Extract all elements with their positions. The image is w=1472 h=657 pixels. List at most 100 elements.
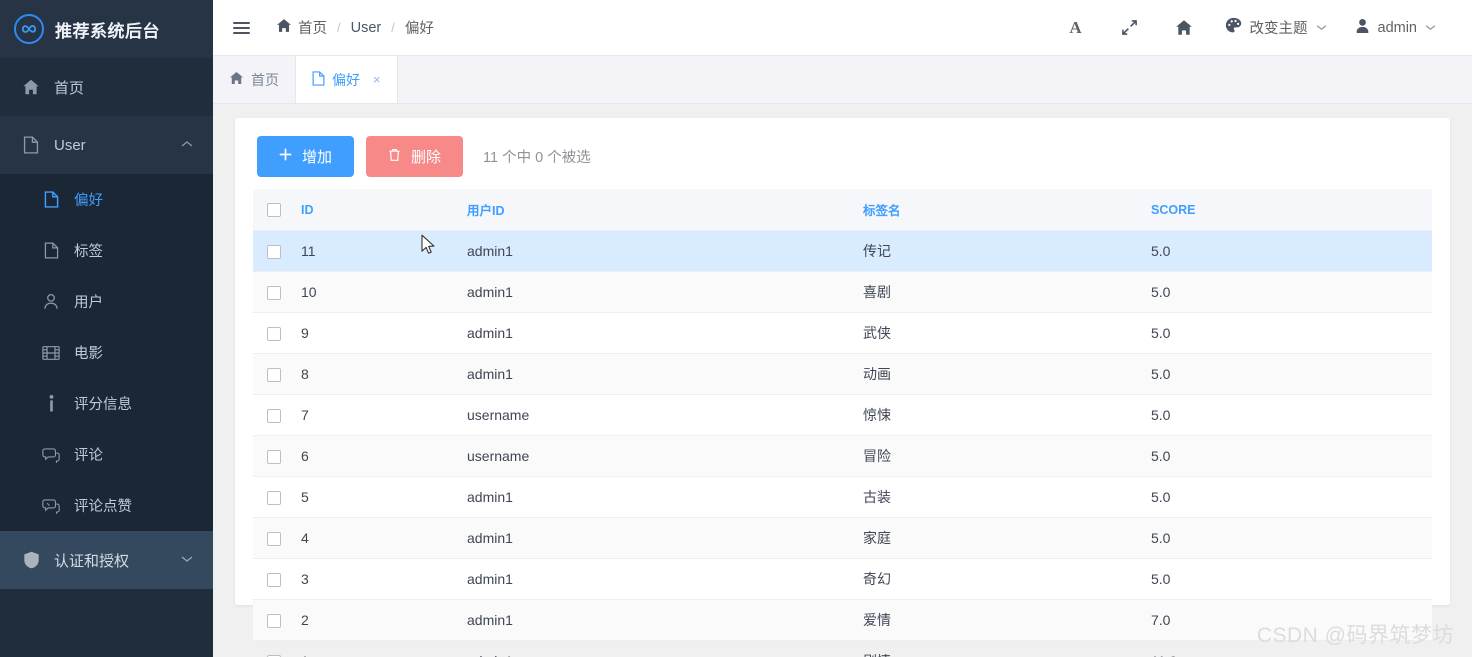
table-row[interactable]: 7 username 惊悚 5.0: [253, 394, 1432, 436]
delete-button-label: 删除: [411, 149, 442, 166]
cell-score: 11.0: [1151, 640, 1432, 657]
close-icon[interactable]: ×: [373, 72, 381, 87]
content-area: 增加 删除 11 个中 0 个被选 ID 用户ID 标签名 SCORE 11 a…: [213, 104, 1472, 657]
select-all-checkbox[interactable]: [267, 202, 281, 217]
font-size-icon[interactable]: A: [1049, 0, 1103, 56]
tab-preference[interactable]: 偏好 ×: [296, 56, 398, 103]
sidebar-group-label: User: [54, 136, 86, 154]
home-icon[interactable]: [1157, 0, 1211, 56]
row-checkbox[interactable]: [267, 286, 281, 301]
row-checkbox[interactable]: [267, 532, 281, 547]
sidebar-item-user[interactable]: 用户: [0, 276, 213, 327]
column-header-id[interactable]: ID: [301, 189, 467, 231]
column-header-score[interactable]: SCORE: [1151, 189, 1432, 231]
row-checkbox[interactable]: [267, 450, 281, 465]
table-row[interactable]: 9 admin1 武侠 5.0: [253, 312, 1432, 354]
breadcrumb-separator: /: [391, 20, 395, 35]
table-row[interactable]: 4 admin1 家庭 5.0: [253, 517, 1432, 559]
cell-score: 5.0: [1151, 271, 1432, 313]
cell-user-id: admin1: [467, 517, 863, 559]
row-checkbox[interactable]: [267, 491, 281, 506]
row-checkbox[interactable]: [267, 614, 281, 629]
cell-tag: 动画: [863, 353, 1151, 395]
info-icon: [42, 395, 60, 413]
cell-id[interactable]: 5: [301, 476, 467, 518]
sidebar: 推荐系统后台 首页 User 偏好 标签 用户 电影 评分信息 评论 评论点赞 …: [0, 0, 213, 657]
table-row[interactable]: 2 admin1 爱情 7.0: [253, 599, 1432, 641]
trash-icon: [388, 148, 401, 166]
cell-id[interactable]: 3: [301, 558, 467, 600]
cell-id[interactable]: 1: [301, 640, 467, 657]
sidebar-item-tag[interactable]: 标签: [0, 225, 213, 276]
breadcrumb-user[interactable]: User: [351, 20, 382, 36]
tab-bar: 首页 偏好 ×: [213, 56, 1472, 104]
top-bar: 首页 / User / 偏好 A 改变主题 admin: [213, 0, 1472, 56]
hamburger-icon[interactable]: [233, 21, 250, 34]
file-icon: [22, 136, 40, 154]
sidebar-item-rating[interactable]: 评分信息: [0, 378, 213, 429]
brand-header[interactable]: 推荐系统后台: [0, 0, 213, 58]
row-select-cell: [253, 394, 301, 436]
sidebar-item-label: 电影: [74, 346, 103, 362]
add-button[interactable]: 增加: [257, 136, 355, 177]
cell-id[interactable]: 2: [301, 599, 467, 641]
home-icon: [276, 18, 292, 37]
cell-id[interactable]: 7: [301, 394, 467, 436]
data-card: 增加 删除 11 个中 0 个被选 ID 用户ID 标签名 SCORE 11 a…: [235, 118, 1450, 657]
delete-button[interactable]: 删除: [366, 136, 464, 177]
breadcrumb-current: 偏好: [404, 21, 434, 37]
row-checkbox[interactable]: [267, 409, 281, 424]
plus-icon: [279, 148, 292, 165]
row-checkbox[interactable]: [267, 245, 281, 260]
sidebar-group-user[interactable]: User: [0, 116, 213, 174]
cell-id[interactable]: 6: [301, 435, 467, 477]
sidebar-item-label: 评论: [74, 448, 103, 464]
fullscreen-icon[interactable]: [1103, 0, 1157, 56]
tab-home[interactable]: 首页: [213, 56, 296, 103]
user-menu-label: admin: [1377, 19, 1418, 36]
sidebar-item-comment[interactable]: 评论: [0, 429, 213, 480]
cell-id[interactable]: 9: [301, 312, 467, 354]
main-area: 首页 / User / 偏好 A 改变主题 admin 首页 偏好 × 增加 删…: [213, 0, 1472, 657]
column-header-user-id[interactable]: 用户ID: [467, 189, 863, 231]
cell-id[interactable]: 8: [301, 353, 467, 395]
cell-user-id: admin1: [467, 230, 863, 272]
sidebar-menu: 首页 User 偏好 标签 用户 电影 评分信息 评论 评论点赞 认证和授权: [0, 58, 213, 657]
sidebar-item-movie[interactable]: 电影: [0, 327, 213, 378]
sidebar-submenu-user: 偏好 标签 用户 电影 评分信息 评论 评论点赞: [0, 174, 213, 531]
breadcrumb: 首页 / User / 偏好: [276, 17, 434, 38]
table-row[interactable]: 1 admin1 剧情 11.0: [253, 640, 1432, 657]
table-row[interactable]: 10 admin1 喜剧 5.0: [253, 271, 1432, 313]
sidebar-item-preference[interactable]: 偏好: [0, 174, 213, 225]
cell-tag: 冒险: [863, 435, 1151, 477]
breadcrumb-home[interactable]: 首页: [276, 17, 327, 38]
infinity-logo-icon: [14, 14, 44, 44]
cell-id[interactable]: 4: [301, 517, 467, 559]
chevron-down-icon: [1316, 22, 1327, 34]
sidebar-item-comment-like[interactable]: 评论点赞: [0, 480, 213, 531]
table-row[interactable]: 5 admin1 古装 5.0: [253, 476, 1432, 518]
sidebar-group-auth[interactable]: 认证和授权: [0, 531, 213, 589]
row-select-cell: [253, 476, 301, 518]
row-checkbox[interactable]: [267, 327, 281, 342]
user-menu[interactable]: admin: [1341, 0, 1451, 56]
table-row[interactable]: 11 admin1 传记 5.0: [253, 230, 1432, 272]
row-select-cell: [253, 599, 301, 641]
sidebar-item-home[interactable]: 首页: [0, 58, 213, 116]
theme-menu[interactable]: 改变主题: [1211, 0, 1341, 56]
cell-user-id: admin1: [467, 640, 863, 657]
row-checkbox[interactable]: [267, 573, 281, 588]
table-row[interactable]: 3 admin1 奇幻 5.0: [253, 558, 1432, 600]
preference-table: ID 用户ID 标签名 SCORE 11 admin1 传记 5.0 10 ad…: [253, 189, 1432, 657]
cell-id[interactable]: 11: [301, 230, 467, 272]
column-header-tag[interactable]: 标签名: [863, 189, 1151, 231]
table-row[interactable]: 8 admin1 动画 5.0: [253, 353, 1432, 395]
film-icon: [42, 344, 60, 362]
cell-id[interactable]: 10: [301, 271, 467, 313]
table-toolbar: 增加 删除 11 个中 0 个被选: [253, 136, 1432, 177]
cell-user-id: admin1: [467, 312, 863, 354]
row-select-cell: [253, 640, 301, 657]
row-checkbox[interactable]: [267, 368, 281, 383]
cell-score: 5.0: [1151, 558, 1432, 600]
table-row[interactable]: 6 username 冒险 5.0: [253, 435, 1432, 477]
